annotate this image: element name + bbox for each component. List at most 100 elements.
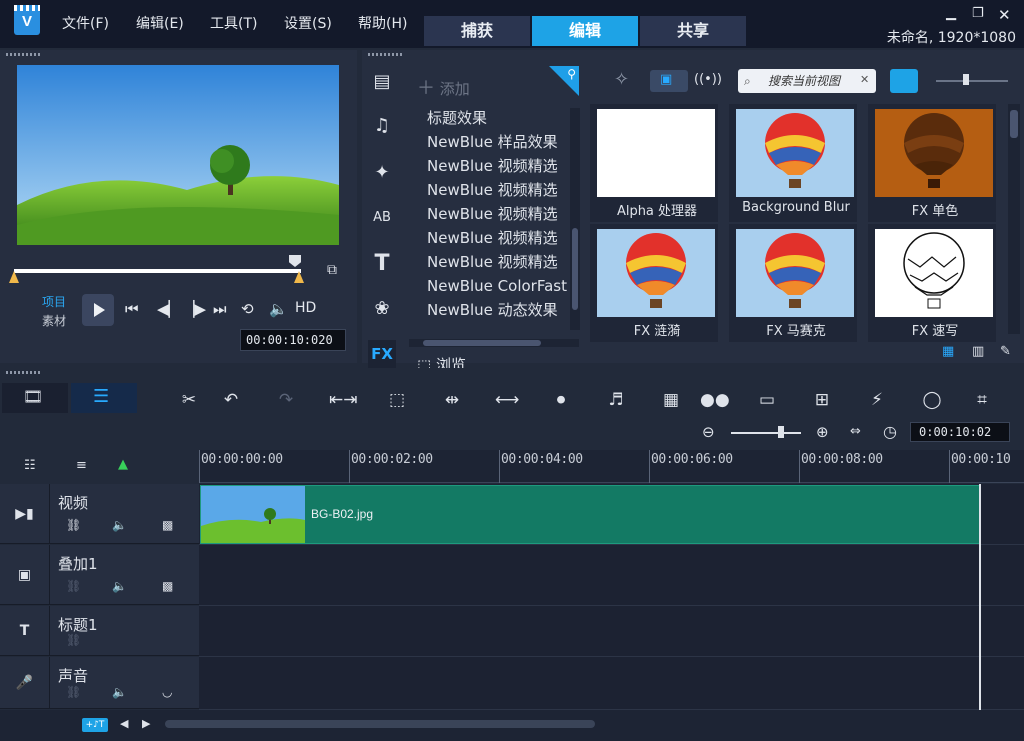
list-item[interactable]: NewBlue 样品效果 [427, 130, 567, 154]
zoom-in-icon[interactable]: ⊕ [816, 423, 829, 441]
close-icon[interactable]: ✕ [998, 6, 1011, 24]
ripple-icon[interactable]: ⟷ [495, 388, 519, 412]
edit-icon[interactable]: ✎ [1000, 344, 1011, 359]
list-item[interactable]: NewBlue 视频精选 [427, 154, 567, 178]
menu-edit[interactable]: 编辑(E) [136, 13, 184, 33]
video-track-icon[interactable]: ▶▮ [0, 484, 50, 543]
effect-tile[interactable]: FX 速写 [868, 224, 996, 342]
thumbnail-view-button[interactable] [890, 69, 918, 93]
voice-track-icon[interactable]: 🎤 [0, 657, 50, 708]
chapter-icon[interactable]: ≡ [76, 458, 87, 473]
auto-music-icon[interactable]: ▦ [659, 388, 683, 412]
tools-icon[interactable]: ✂ [177, 388, 201, 412]
link-icon[interactable]: ⛓ [66, 685, 81, 699]
timeline-ruler[interactable]: 00:00:00:00 00:00:02:00 00:00:04:00 00:00:0… [199, 450, 1024, 483]
repeat-icon[interactable]: ⟲ [241, 300, 254, 318]
link-icon[interactable]: ⛓ [66, 579, 81, 593]
clear-search-icon[interactable]: ✕ [860, 73, 869, 86]
zoom-out-icon[interactable]: ⊖ [702, 423, 715, 441]
scrubber-handle[interactable] [289, 255, 301, 267]
grid-view-icon[interactable]: ▥ [972, 344, 984, 359]
mode-clip[interactable]: 素材 [42, 312, 66, 329]
list-hscrollbar[interactable] [409, 339, 579, 347]
panel-grip[interactable] [6, 371, 40, 374]
redo-icon[interactable]: ↷ [274, 388, 298, 412]
list-item[interactable]: NewBlue 视频精选 [427, 178, 567, 202]
list-item[interactable]: 标题效果 [427, 106, 567, 130]
list-item[interactable]: NewBlue 视频精选 [427, 250, 567, 274]
add-track-button[interactable]: +♪T [82, 718, 108, 732]
scroll-thumb[interactable] [423, 340, 541, 346]
zoom-fit-icon[interactable]: ⬚ [385, 388, 409, 412]
go-start-icon[interactable]: ⏮ [125, 300, 139, 318]
prev-frame-icon[interactable]: ◀▏ [157, 300, 180, 318]
voice-track-lane[interactable] [199, 657, 1024, 710]
media-icon[interactable]: ▤ [368, 68, 396, 96]
grid-scrollbar[interactable] [1008, 104, 1020, 334]
trim-start-marker[interactable] [9, 271, 19, 283]
title-track-icon[interactable]: T [0, 606, 50, 655]
scroll-left-icon[interactable]: ◀ [120, 717, 128, 730]
ripple-edit-icon[interactable]: ▩ [162, 518, 173, 532]
transition-icon[interactable]: AB [368, 204, 396, 232]
link-icon[interactable]: ⛓ [66, 518, 81, 532]
scroll-thumb[interactable] [1010, 110, 1018, 138]
link-icon[interactable]: ⛓ [66, 633, 81, 647]
minimize-icon[interactable]: ▁ [946, 6, 956, 21]
effect-tile[interactable]: FX 马赛克 [729, 224, 857, 342]
list-item[interactable]: NewBlue 视频精选 [427, 202, 567, 226]
volume-icon[interactable]: 🔈 [269, 300, 288, 318]
play-button[interactable] [82, 294, 114, 326]
scroll-thumb[interactable] [572, 228, 578, 310]
pin-icon[interactable] [549, 66, 579, 96]
enlarge-icon[interactable]: ⧉ [327, 262, 337, 278]
fit-project-icon[interactable]: ⇤⇥ [329, 388, 358, 412]
playhead-line[interactable] [979, 484, 981, 710]
split-icon[interactable]: ⇹ [440, 388, 464, 412]
menu-tools[interactable]: 工具(T) [210, 13, 257, 33]
menu-file[interactable]: 文件(F) [62, 13, 109, 33]
zoom-slider[interactable] [731, 432, 801, 434]
subtitle-editor-icon[interactable]: ▭ [755, 388, 779, 412]
effect-tile[interactable]: Background Blur [729, 104, 857, 222]
tab-capture[interactable]: 捕获 [424, 16, 530, 46]
thumb-size-slider[interactable] [936, 80, 1008, 82]
graphic-icon[interactable]: ❀ [368, 295, 396, 323]
list-view-icon[interactable]: ▦ [942, 344, 954, 359]
mask-creator-icon[interactable]: ◯ [920, 388, 944, 412]
effect-tile[interactable]: FX 涟漪 [590, 224, 718, 342]
go-end-icon[interactable]: ⏭ [213, 300, 227, 318]
scroll-right-icon[interactable]: ▶ [142, 717, 150, 730]
title-track-lane[interactable] [199, 606, 1024, 657]
ripple-edit-icon[interactable]: ▩ [162, 579, 173, 593]
add-effect-icon[interactable]: ✧ [614, 69, 629, 90]
audio-ducking-icon[interactable]: ◡ [162, 685, 172, 699]
tab-edit[interactable]: 编辑 [532, 16, 638, 46]
mode-project[interactable]: 项目 [42, 293, 66, 310]
effect-tile[interactable]: FX 单色 [868, 104, 996, 222]
timeline-timecode[interactable]: 0:00:10:02 [910, 422, 1010, 442]
mute-icon[interactable]: 🔈 [112, 579, 127, 593]
list-item[interactable]: NewBlue ColorFast [427, 274, 567, 298]
pan-zoom-icon[interactable]: ⌗ [970, 388, 994, 412]
effect-tile[interactable]: Alpha 处理器 [590, 104, 718, 222]
list-item[interactable]: NewBlue 动态效果 [427, 298, 567, 322]
audio-icon[interactable]: ♫ [368, 112, 396, 140]
panel-grip[interactable] [368, 53, 402, 56]
trim-end-marker[interactable] [294, 271, 304, 283]
zoom-slider-handle[interactable] [778, 426, 784, 438]
tab-share[interactable]: 共享 [640, 16, 746, 46]
hd-toggle[interactable]: HD [295, 300, 316, 316]
filter-fx-icon[interactable]: FX [368, 340, 396, 368]
thumb-size-handle[interactable] [963, 74, 969, 85]
time-remap-icon[interactable]: ⚡ [865, 388, 889, 412]
audio-mixer-icon[interactable]: ♬ [604, 388, 628, 412]
mute-icon[interactable]: 🔈 [112, 685, 127, 699]
player-timecode[interactable]: 00:00:10:020 [240, 329, 346, 351]
overlay-track-lane[interactable] [199, 545, 1024, 606]
track-manager-icon[interactable]: ☷ [24, 458, 36, 473]
restore-icon[interactable]: ❐ [972, 6, 984, 21]
multi-camera-icon[interactable]: ⊞ [810, 388, 834, 412]
list-scrollbar[interactable] [570, 108, 580, 330]
mute-icon[interactable]: 🔈 [112, 518, 127, 532]
